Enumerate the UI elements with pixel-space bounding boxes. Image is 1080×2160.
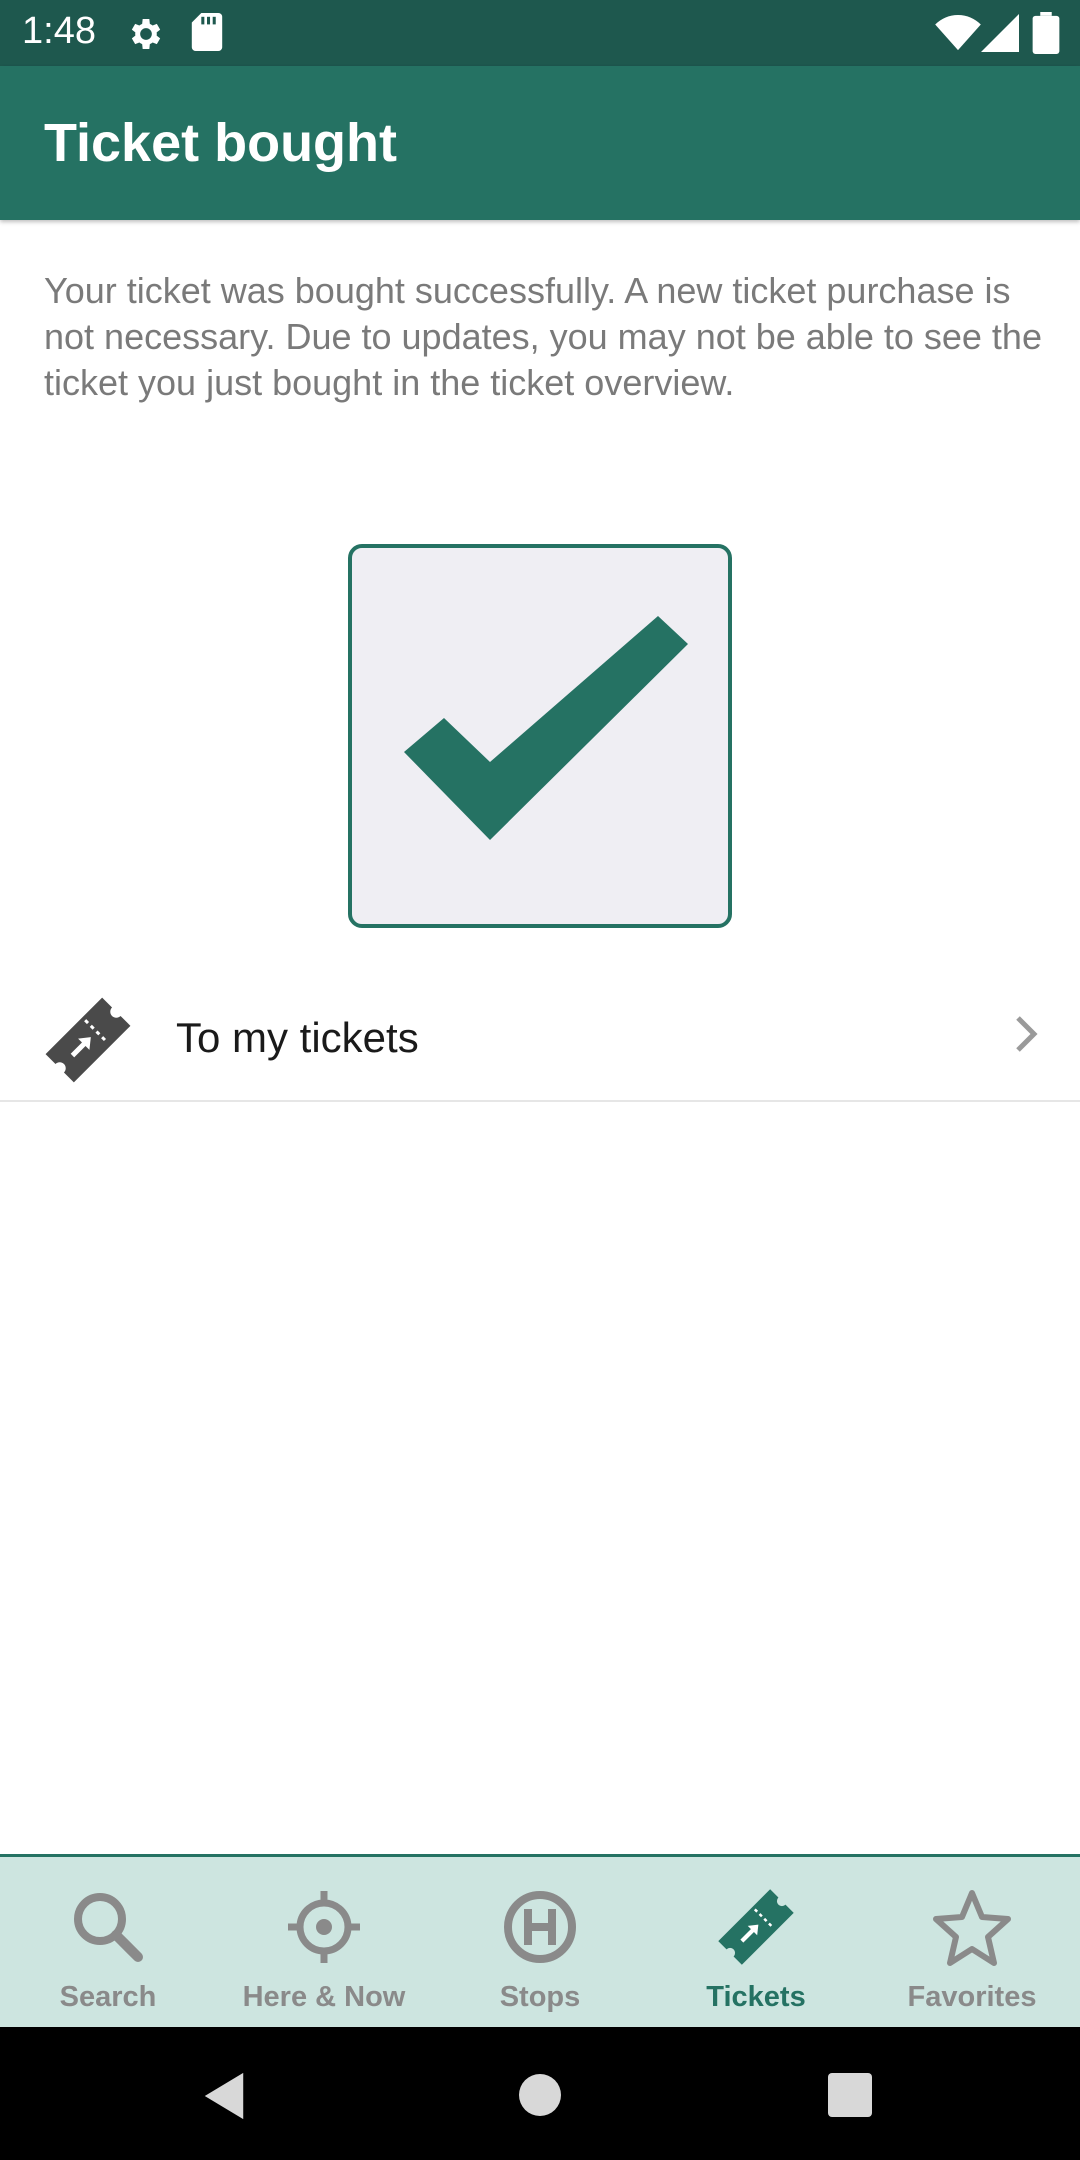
nav-label-tickets: Tickets xyxy=(706,1981,806,2013)
status-bar: 1:48 xyxy=(0,0,1080,66)
nav-label-stops: Stops xyxy=(499,1981,581,2013)
recents-icon[interactable] xyxy=(828,2073,872,2117)
success-checkbox xyxy=(348,544,732,928)
nav-item-tickets[interactable]: Tickets xyxy=(648,1857,864,2027)
star-icon xyxy=(933,1890,1011,1966)
home-icon[interactable] xyxy=(518,2073,562,2117)
bottom-navigation: Search Here & Now Stops Tickets Favorite… xyxy=(0,1854,1080,2027)
status-time: 1:48 xyxy=(22,10,96,52)
to-my-tickets-link[interactable]: To my tickets xyxy=(0,970,1080,1102)
success-message: Your ticket was bought successfully. A n… xyxy=(44,270,1042,403)
battery-icon xyxy=(1032,12,1060,54)
to-my-tickets-label: To my tickets xyxy=(176,1014,419,1061)
nav-item-search[interactable]: Search xyxy=(0,1857,216,2027)
wifi-icon xyxy=(935,14,981,51)
nav-item-here-and-now[interactable]: Here & Now xyxy=(216,1857,432,2027)
bus-stop-icon xyxy=(504,1891,576,1963)
search-icon xyxy=(74,1893,143,1962)
gear-icon xyxy=(131,19,161,49)
crosshair-icon xyxy=(288,1891,360,1963)
checkmark-icon xyxy=(404,616,688,840)
app-bar: Ticket bought xyxy=(0,66,1080,220)
ticket-icon xyxy=(45,997,131,1083)
sd-card-icon xyxy=(191,13,223,51)
nav-item-favorites[interactable]: Favorites xyxy=(864,1857,1080,2027)
page-title: Ticket bought xyxy=(44,113,398,173)
back-icon[interactable] xyxy=(200,2071,248,2121)
nav-item-stops[interactable]: Stops xyxy=(432,1857,648,2027)
nav-label-here-and-now: Here & Now xyxy=(242,1981,406,2013)
chevron-right-icon xyxy=(1016,1016,1038,1052)
nav-label-favorites: Favorites xyxy=(907,1981,1037,2013)
cell-signal-icon xyxy=(981,14,1019,52)
nav-label-search: Search xyxy=(59,1981,157,2013)
system-navigation-bar xyxy=(0,2027,1080,2160)
ticket-icon xyxy=(718,1889,794,1965)
